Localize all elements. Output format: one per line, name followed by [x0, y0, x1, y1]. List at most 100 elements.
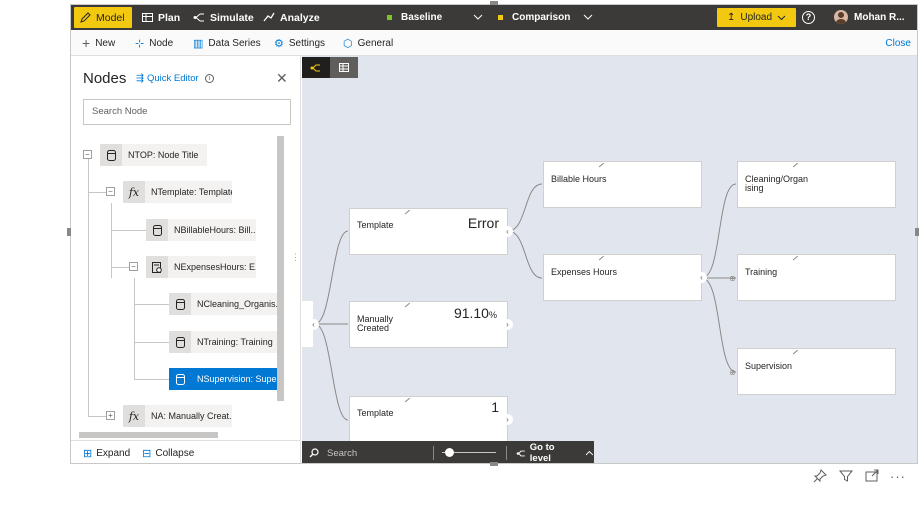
node-card-unit: %: [488, 310, 497, 320]
tree-node-label: NTemplate: Template: [151, 187, 232, 197]
table-icon: [142, 13, 153, 22]
cube-icon: ⬡: [343, 37, 353, 50]
general-button[interactable]: ⬡ General: [343, 30, 393, 56]
resize-handle-right[interactable]: [915, 228, 919, 236]
edit-icon: [792, 162, 802, 172]
tree-node-ntemplate[interactable]: fx NTemplate: Template: [123, 181, 232, 203]
expand-icon: ⊞: [83, 447, 93, 460]
node-card-label: Manually Created: [357, 314, 394, 333]
data-series-button[interactable]: ▥ Data Series: [193, 30, 261, 56]
function-icon: fx: [123, 181, 145, 203]
tree-node-nsupervision[interactable]: NSupervision: Supe...: [169, 368, 279, 390]
baseline-dropdown[interactable]: Baseline: [387, 5, 485, 30]
node-card-label: Template: [357, 408, 394, 418]
edit-icon: [598, 162, 608, 172]
comparison-label: Comparison: [512, 12, 571, 23]
node-card-cleaning[interactable]: Cleaning/Organ ising: [737, 161, 896, 208]
node-button[interactable]: ⊹ Node: [135, 30, 173, 56]
panel-title: Nodes: [83, 70, 127, 87]
tab-analyze[interactable]: Analyze: [263, 5, 320, 30]
zoom-slider[interactable]: [442, 448, 496, 457]
collapse-connector[interactable]: ‹: [696, 272, 707, 283]
tree-node-ntraining[interactable]: NTraining: Training: [169, 331, 279, 353]
new-label: New: [95, 37, 116, 49]
nodes-panel: Nodes ⇶ Quick Editor i ✕ Search Node − N…: [71, 56, 301, 463]
close-link[interactable]: Close: [885, 30, 911, 56]
tree-node-label: NSupervision: Supe...: [197, 374, 279, 384]
node-card-label: Template: [357, 220, 394, 230]
tree-horizontal-scrollbar[interactable]: [79, 432, 218, 438]
expand-button[interactable]: ⊞ Expand: [83, 447, 130, 460]
collapse-connector[interactable]: ‹: [308, 319, 319, 330]
tree-node-ntop[interactable]: NTOP: Node Title: [100, 144, 207, 166]
resize-handle-left[interactable]: [67, 228, 71, 236]
search-node-input[interactable]: Search Node: [83, 99, 291, 125]
settings-label: Settings: [288, 37, 326, 49]
tab-simulate[interactable]: Simulate: [193, 5, 254, 30]
more-options-icon[interactable]: ···: [890, 469, 906, 484]
new-button[interactable]: + New: [82, 30, 115, 56]
tree-node-nexpenseshours[interactable]: NExpensesHours: E...: [146, 256, 256, 278]
user-name[interactable]: Mohan R...: [854, 5, 905, 30]
node-card-template-2[interactable]: Template 1: [349, 396, 508, 443]
node-card-billable-hours[interactable]: Billable Hours: [543, 161, 702, 208]
database-icon: [169, 368, 191, 390]
close-icon[interactable]: ✕: [276, 70, 288, 87]
resize-handle-top[interactable]: [490, 1, 498, 5]
help-icon[interactable]: ?: [802, 11, 815, 24]
canvas-search[interactable]: Search: [309, 441, 357, 463]
focus-mode-icon[interactable]: [864, 468, 880, 484]
upload-icon: ↥: [726, 12, 736, 23]
chevron-down-icon: [583, 14, 593, 20]
expand-connector[interactable]: ›: [502, 414, 513, 425]
filter-icon[interactable]: [838, 468, 854, 484]
add-node-icon[interactable]: ⊕: [727, 273, 738, 284]
canvas-bottom-bar: Search Go to level: [302, 441, 594, 463]
expand-connector[interactable]: ›: [502, 319, 513, 330]
avatar[interactable]: [834, 10, 848, 24]
tree-node-nbillablehours[interactable]: NBillableHours: Bill...: [146, 219, 256, 241]
tree-vertical-scrollbar[interactable]: [277, 136, 284, 401]
node-card-template[interactable]: Template Error: [349, 208, 508, 255]
node-card-label: Billable Hours: [551, 174, 607, 184]
collapse-toggle[interactable]: −: [106, 187, 115, 196]
zoom-slider-thumb[interactable]: [445, 448, 454, 457]
node-card-value: Error: [467, 215, 499, 231]
quick-editor-link[interactable]: ⇶ Quick Editor i: [136, 73, 214, 84]
visual-header-icons: ···: [812, 468, 906, 484]
settings-button[interactable]: ⚙ Settings: [274, 30, 325, 56]
model-canvas[interactable]: ‹ Template Error ‹ Manually Created 91.1…: [302, 56, 917, 463]
gear-icon: ⚙: [274, 37, 284, 50]
divider: [433, 446, 434, 460]
collapse-toggle[interactable]: −: [83, 150, 92, 159]
node-card-expenses-hours[interactable]: Expenses Hours: [543, 254, 702, 301]
divider: [506, 446, 507, 460]
chevron-down-icon: [777, 15, 786, 20]
collapse-toggle[interactable]: −: [129, 262, 138, 271]
node-card-manually-created[interactable]: Manually Created 91.10%: [349, 301, 508, 348]
upload-button[interactable]: ↥ Upload: [717, 8, 796, 27]
quick-editor-icon: ⇶: [136, 73, 144, 84]
tree-node-na[interactable]: fx NA: Manually Creat...: [123, 405, 232, 427]
hierarchy-icon: ⊹: [135, 37, 145, 50]
collapse-connector[interactable]: ‹: [502, 226, 513, 237]
tab-plan[interactable]: Plan: [142, 5, 180, 30]
node-card-training[interactable]: Training: [737, 254, 896, 301]
comparison-dropdown[interactable]: Comparison: [498, 5, 596, 30]
go-to-level-button[interactable]: Go to level: [516, 441, 594, 463]
function-icon: fx: [123, 405, 145, 427]
splitter-handle[interactable]: ⋮⋮: [291, 253, 309, 269]
resize-handle-bottom[interactable]: [490, 462, 498, 466]
info-icon[interactable]: i: [204, 74, 214, 83]
pin-icon[interactable]: [812, 468, 828, 484]
tree-node-ncleaning[interactable]: NCleaning_Organis...: [169, 293, 279, 315]
quick-editor-label: Quick Editor: [146, 73, 199, 84]
database-icon: [100, 144, 122, 166]
collapse-button[interactable]: ⊟ Collapse: [142, 447, 194, 460]
tab-model[interactable]: Model: [74, 7, 132, 28]
add-node-icon[interactable]: ⊕: [727, 367, 738, 378]
tree-node-label: NTOP: Node Title: [128, 150, 199, 160]
node-card-supervision[interactable]: Supervision: [737, 348, 896, 395]
expand-toggle[interactable]: +: [106, 411, 115, 420]
baseline-dot: [387, 15, 392, 20]
